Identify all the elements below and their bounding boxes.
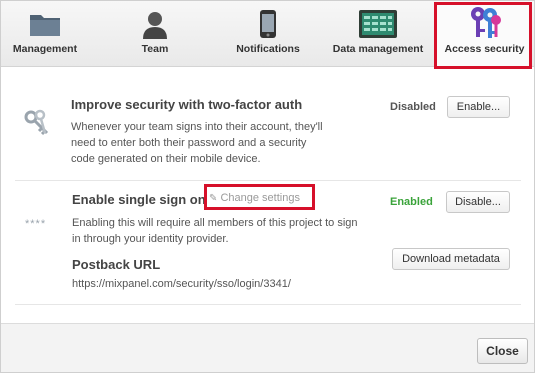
- change-settings-link[interactable]: ✎ Change settings: [209, 192, 300, 204]
- settings-tab-bar: Management Team Notifications Data manag…: [1, 1, 534, 67]
- key-icon: [23, 109, 53, 142]
- password-stars-icon: ****: [25, 218, 47, 230]
- phone-icon: [251, 9, 285, 39]
- tab-management[interactable]: Management: [1, 1, 89, 67]
- download-metadata-button[interactable]: Download metadata: [392, 248, 510, 270]
- tab-notifications[interactable]: Notifications: [223, 1, 313, 67]
- change-settings-label: Change settings: [220, 192, 300, 204]
- close-button[interactable]: Close: [477, 338, 528, 364]
- tab-data-management[interactable]: Data management: [329, 1, 427, 67]
- tab-label: Notifications: [236, 43, 300, 55]
- sso-title: Enable single sign on: [72, 192, 206, 207]
- two-factor-row: Improve security with two-factor auth Wh…: [15, 83, 521, 181]
- single-sign-on-row: **** Enable single sign on ✎ Change sett…: [15, 181, 521, 305]
- person-icon: [138, 9, 172, 39]
- tab-label: Team: [141, 43, 169, 55]
- folder-icon: [28, 9, 62, 39]
- disable-sso-button[interactable]: Disable...: [446, 191, 510, 213]
- tab-label: Management: [12, 43, 78, 55]
- postback-url-value: https://mixpanel.com/security/sso/login/…: [72, 278, 291, 290]
- two-factor-status: Disabled: [390, 101, 436, 113]
- postback-url-title: Postback URL: [72, 257, 161, 272]
- tab-label: Access security: [444, 43, 525, 55]
- tab-team[interactable]: Team: [109, 1, 201, 67]
- dialog-footer: [1, 323, 534, 372]
- tab-label: Data management: [332, 43, 424, 55]
- sso-description: Enabling this will require all members o…: [72, 217, 358, 245]
- tab-access-security[interactable]: Access security: [437, 1, 532, 67]
- pencil-icon: ✎: [209, 193, 218, 204]
- sso-status: Enabled: [390, 196, 433, 208]
- two-factor-title: Improve security with two-factor auth: [71, 97, 303, 112]
- enable-two-factor-button[interactable]: Enable...: [447, 96, 510, 118]
- keys-icon: [465, 5, 505, 41]
- access-security-dialog: Management Team Notifications Data manag…: [0, 0, 535, 373]
- two-factor-description: Whenever your team signs into their acco…: [71, 121, 323, 165]
- data-board-icon: [358, 9, 398, 39]
